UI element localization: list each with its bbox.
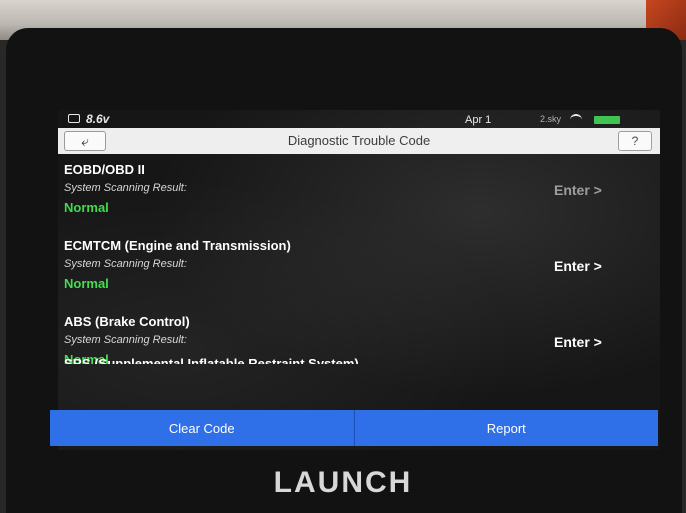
system-name: ECMTCM (Engine and Transmission) (64, 238, 291, 253)
help-icon: ? (631, 134, 639, 148)
enter-button[interactable]: Enter > (554, 334, 602, 350)
battery-icon (594, 116, 620, 124)
help-button[interactable]: ? (618, 131, 652, 151)
title-bar: ⤶ Diagnostic Trouble Code ? (58, 128, 660, 154)
status-bar: 8.6v Apr 1 2.sky (58, 110, 660, 128)
system-name: EOBD/OBD II (64, 162, 145, 177)
scan-result-label: System Scanning Result: (64, 258, 187, 270)
list-item: ABS (Brake Control) System Scanning Resu… (58, 306, 660, 382)
wifi-icon (570, 114, 582, 124)
battery-small-icon (68, 114, 80, 123)
report-button[interactable]: Report (353, 410, 658, 446)
scan-status: Normal (64, 276, 109, 291)
clear-code-button[interactable]: Clear Code (50, 410, 354, 446)
status-date: Apr 1 (465, 114, 492, 126)
partial-list-item: SRS (Supplemental Inflatable Restraint S… (64, 356, 359, 364)
page-title: Diagnostic Trouble Code (287, 133, 431, 148)
list-item: EOBD/OBD II System Scanning Result: Norm… (58, 154, 660, 230)
brand-logo: LAUNCH (273, 466, 413, 499)
system-name: ABS (Brake Control) (64, 314, 190, 329)
scan-status: Normal (64, 200, 109, 215)
device-screen: 8.6v Apr 1 2.sky ⤶ Diagnostic Trouble Co… (58, 110, 660, 450)
scan-result-label: System Scanning Result: (64, 334, 187, 346)
action-bar: Clear Code Report (50, 410, 658, 446)
enter-button[interactable]: Enter > (554, 258, 602, 274)
scan-result-label: System Scanning Result: (64, 182, 187, 194)
list-item: ECMTCM (Engine and Transmission) System … (58, 230, 660, 306)
signal-indicator: 2.sky (540, 114, 562, 124)
enter-button[interactable]: Enter > (554, 182, 602, 198)
voltage-readout: 8.6v (86, 112, 110, 126)
